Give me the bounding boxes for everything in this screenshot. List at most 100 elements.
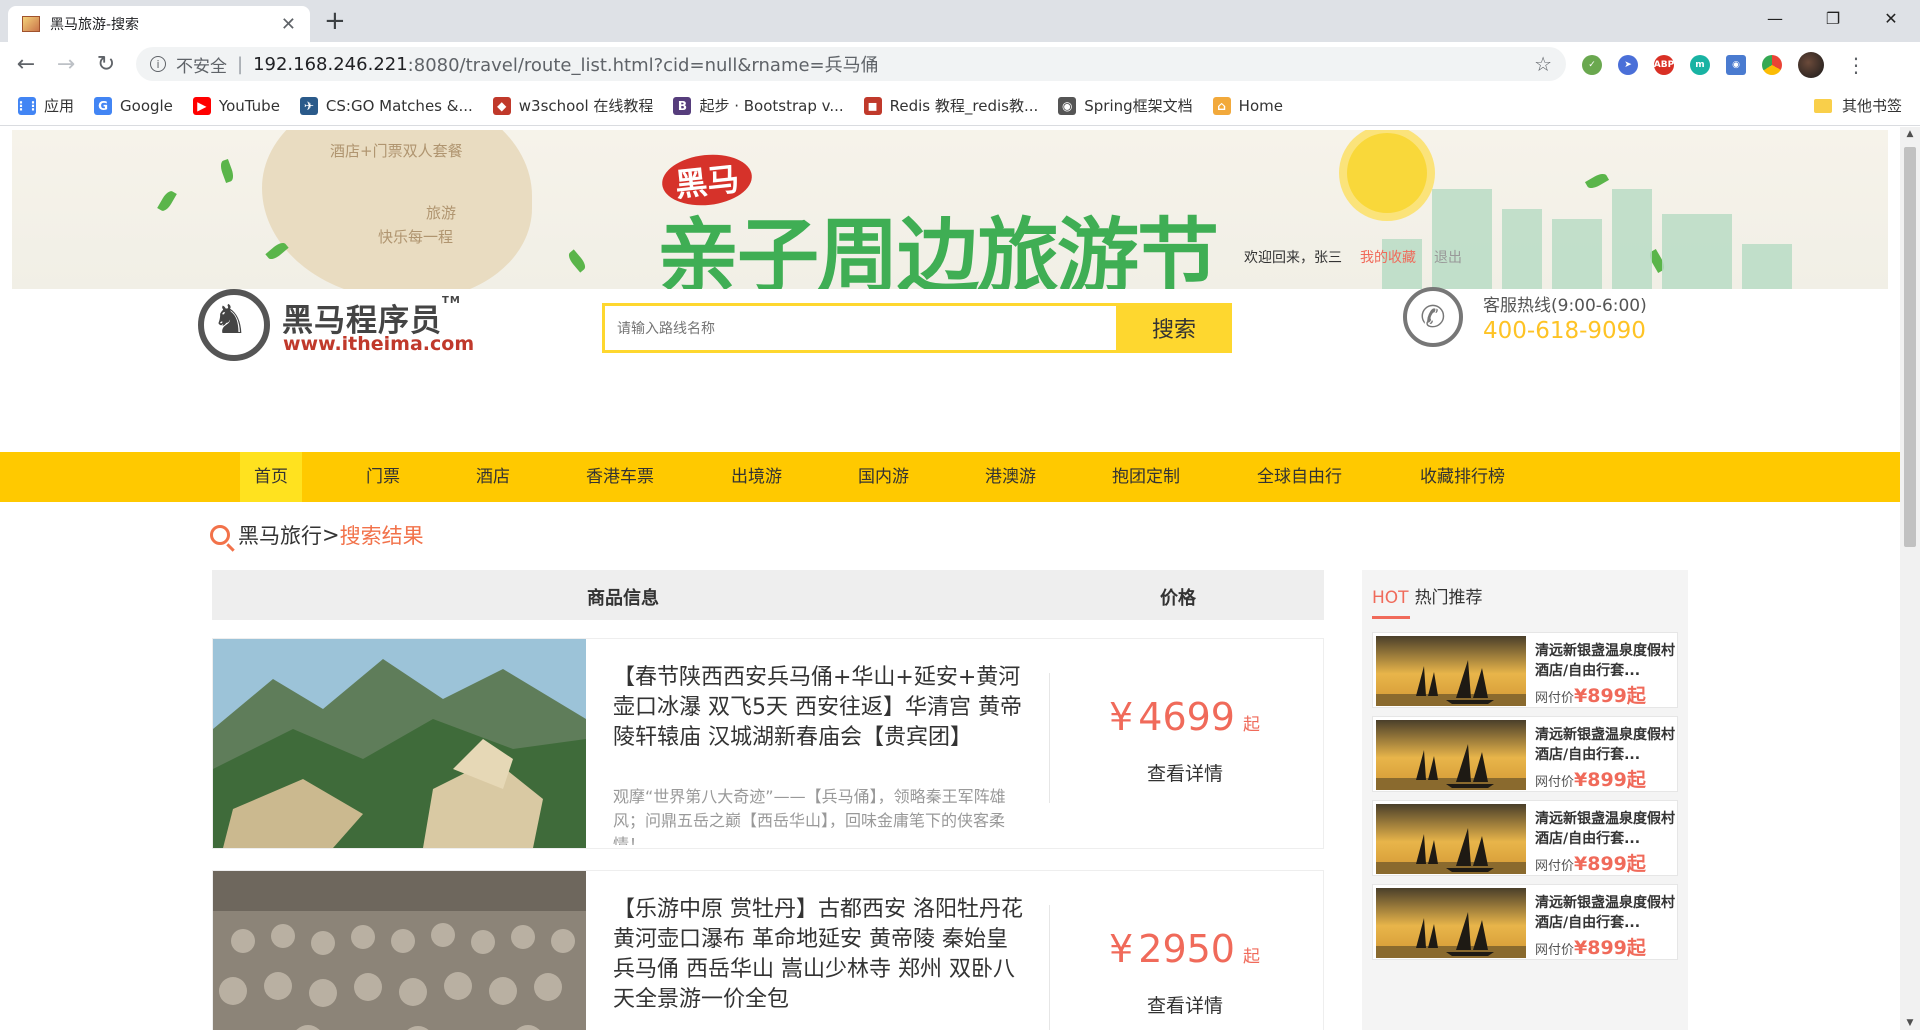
main-nav: 首页 门票 酒店 香港车票 出境游 国内游 港澳游 抱团定制 全球自由行 收藏排…	[0, 452, 1900, 502]
bookmark-label: 起步 · Bootstrap v...	[699, 97, 844, 115]
nav-item-hk-macau[interactable]: 港澳游	[985, 452, 1036, 502]
route-title[interactable]: 【乐游中原 赏牡丹】古都西安 洛阳牡丹花 黄河壶口瀑布 革命地延安 黄帝陵 秦始…	[613, 895, 1023, 1015]
bookmark-item[interactable]: ⌂ Home	[1212, 96, 1283, 115]
breadcrumb-separator: >	[322, 523, 340, 547]
view-details-link[interactable]: 查看详情	[1147, 759, 1223, 786]
horse-logo-icon: ♞	[212, 297, 248, 343]
info-icon[interactable]: i	[150, 56, 166, 72]
bookmark-label: YouTube	[218, 96, 280, 115]
leaf-decoration	[265, 240, 289, 262]
back-arrow-icon[interactable]: ←	[12, 50, 40, 78]
bookmark-label: Redis 教程_redis教...	[889, 97, 1039, 115]
bookmark-item[interactable]: ◉ Spring框架文档	[1058, 95, 1193, 116]
hot-item-image	[1376, 720, 1526, 790]
chrome-extension-icon[interactable]	[1762, 55, 1782, 75]
nav-item-home[interactable]: 首页	[240, 452, 302, 502]
banner-package-text-3: 快乐每一程	[378, 228, 454, 246]
hot-item-image	[1376, 804, 1526, 874]
leaf-decoration	[218, 158, 236, 184]
scrollbar-thumb[interactable]	[1904, 147, 1916, 547]
scroll-down-arrow-icon[interactable]: ▼	[1900, 1018, 1920, 1028]
building-decoration	[1742, 244, 1792, 289]
nav-item-hk-bus[interactable]: 香港车票	[586, 452, 654, 502]
nav-item-outbound[interactable]: 出境游	[731, 452, 782, 502]
scroll-up-arrow-icon[interactable]: ▲	[1900, 129, 1920, 139]
bookmark-item[interactable]: ▶ YouTube	[192, 96, 280, 115]
hot-item-title: 清远新银盏温泉度假村酒店/自由行套...	[1535, 727, 1675, 763]
home-icon: ⌂	[1212, 96, 1231, 115]
nav-item-favorite-rank[interactable]: 收藏排行榜	[1420, 452, 1505, 502]
leaf-decoration	[157, 188, 177, 214]
breadcrumb-home[interactable]: 黑马旅行	[238, 520, 322, 550]
bookmark-item[interactable]: ✈ CS:GO Matches &...	[299, 96, 473, 115]
route-divider	[1049, 673, 1050, 803]
view-details-link[interactable]: 查看详情	[1147, 991, 1223, 1018]
route-image[interactable]	[213, 871, 586, 1030]
bookmark-item[interactable]: ⋮⋮ 应用	[15, 95, 74, 116]
hot-item-price: 网付价¥899起	[1535, 937, 1646, 959]
adblock-extension-icon[interactable]: ABP	[1654, 55, 1674, 75]
minimize-button[interactable]: —	[1746, 0, 1804, 36]
promo-banner[interactable]: 酒店+门票双人套餐 旅游 快乐每一程 黑马 亲子周边旅游节	[12, 130, 1888, 289]
url-separator: |	[237, 53, 244, 75]
bookmark-item[interactable]: ◼ Redis 教程_redis教...	[863, 95, 1039, 116]
address-bar[interactable]: i 不安全 | 192.168.246.221 :8080/travel/rou…	[136, 47, 1566, 81]
not-secure-label: 不安全	[176, 56, 227, 77]
bookmark-item[interactable]: B 起步 · Bootstrap v...	[673, 95, 844, 116]
hot-label: HOT	[1372, 588, 1409, 608]
close-window-button[interactable]: ✕	[1862, 0, 1920, 36]
search-input[interactable]	[602, 303, 1116, 353]
profile-avatar[interactable]	[1798, 52, 1824, 78]
route-image[interactable]	[213, 639, 586, 848]
phone-icon: ✆	[1403, 287, 1463, 347]
camera-extension-icon[interactable]: ◉	[1726, 55, 1746, 75]
hot-item[interactable]: 清远新银盏温泉度假村酒店/自由行套... 网付价¥899起	[1372, 716, 1678, 792]
nav-item-domestic[interactable]: 国内游	[858, 452, 909, 502]
page-viewport: 酒店+门票双人套餐 旅游 快乐每一程 黑马 亲子周边旅游节 欢迎回来，张三 我的…	[0, 127, 1900, 1030]
restore-button[interactable]: ❐	[1804, 0, 1862, 36]
hot-item-title: 清远新银盏温泉度假村酒店/自由行套...	[1535, 643, 1675, 679]
my-favorites-link[interactable]: 我的收藏	[1360, 247, 1416, 267]
new-tab-button[interactable]: +	[324, 6, 346, 36]
shield-extension-icon[interactable]: ✓	[1582, 55, 1602, 75]
hot-item[interactable]: 清远新银盏温泉度假村酒店/自由行套... 网付价¥899起	[1372, 884, 1678, 960]
redis-icon: ◼	[863, 96, 882, 115]
building-decoration	[1662, 214, 1732, 289]
bookmark-item[interactable]: G Google	[94, 96, 173, 115]
site-logo[interactable]: ♞ 黑马程序员TM www.itheima.com	[198, 289, 478, 361]
nav-item-group-custom[interactable]: 抱团定制	[1112, 452, 1180, 502]
forward-arrow-icon[interactable]: →	[52, 50, 80, 78]
nav-item-hotel[interactable]: 酒店	[476, 452, 510, 502]
active-tab[interactable]: 黑马旅游-搜索 ✕	[8, 6, 310, 42]
hotline-number: 400-618-9090	[1483, 317, 1646, 344]
tab-title: 黑马旅游-搜索	[50, 17, 140, 33]
building-decoration	[1502, 209, 1542, 289]
nav-item-tickets[interactable]: 门票	[366, 452, 400, 502]
bookmark-item[interactable]: ◆ w3school 在线教程	[492, 95, 653, 116]
hot-recommend-heading: HOT 热门推荐	[1372, 583, 1483, 608]
reload-icon[interactable]: ↻	[92, 50, 120, 78]
route-title[interactable]: 【春节陕西西安兵马俑+华山+延安+黄河壶口冰瀑 双飞5天 西安往返】华清宫 黄帝…	[613, 663, 1023, 753]
search-icon	[210, 525, 230, 545]
bookmark-star-icon[interactable]: ☆	[1534, 52, 1552, 76]
logout-link[interactable]: 退出	[1434, 247, 1462, 267]
hot-item[interactable]: 清远新银盏温泉度假村酒店/自由行套... 网付价¥899起	[1372, 632, 1678, 708]
menu-dots-icon[interactable]: ⋮	[1846, 53, 1866, 77]
page-scrollbar[interactable]: ▲ ▼	[1900, 127, 1920, 1030]
building-decoration	[1612, 189, 1652, 289]
other-bookmarks[interactable]: 其他书签	[1813, 95, 1902, 116]
hot-item[interactable]: 清远新银盏温泉度假村酒店/自由行套... 网付价¥899起	[1372, 800, 1678, 876]
hot-recommend-panel: HOT 热门推荐 清远新银盏温泉度假村酒店/自由行套... 网付价¥899起 清远新银…	[1362, 570, 1688, 1030]
header-product-info: 商品信息	[587, 588, 659, 609]
bookmark-label: Home	[1238, 96, 1283, 115]
close-tab-icon[interactable]: ✕	[281, 14, 296, 35]
nav-item-global-free[interactable]: 全球自由行	[1257, 452, 1342, 502]
welcome-text: 欢迎回来，张三	[1244, 250, 1342, 266]
bird-extension-icon[interactable]: ➤	[1618, 55, 1638, 75]
route-price: ¥ 4699 起	[1109, 695, 1260, 739]
banner-package-text: 酒店+门票双人套餐	[330, 142, 463, 160]
m-extension-icon[interactable]: m	[1690, 55, 1710, 75]
search-button[interactable]: 搜索	[1116, 303, 1232, 353]
hot-underline	[1372, 616, 1410, 619]
results-header: 商品信息 价格	[212, 570, 1324, 620]
